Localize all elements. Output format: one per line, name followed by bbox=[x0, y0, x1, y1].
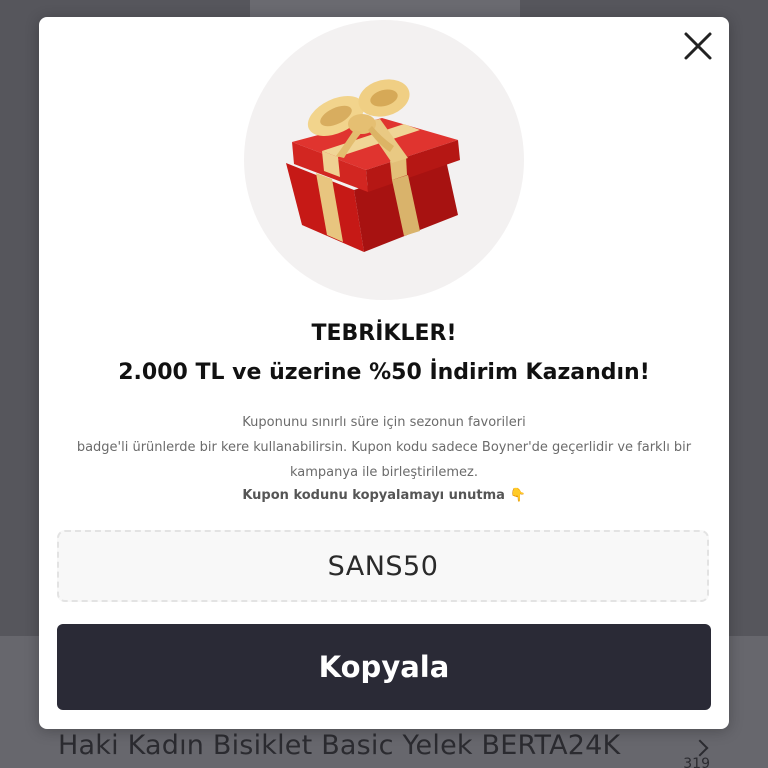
coupon-code-box[interactable]: SANS50 bbox=[57, 530, 709, 602]
description-line-3: kampanya ile birleştirilemez. bbox=[289, 465, 479, 480]
close-button[interactable] bbox=[681, 29, 715, 63]
gift-illustration-circle bbox=[244, 20, 524, 300]
coupon-code: SANS50 bbox=[327, 551, 439, 582]
modal-title: TEBRİKLER! bbox=[311, 321, 457, 346]
copy-reminder: Kupon kodunu kopyalamayı unutma 👇 bbox=[39, 488, 729, 503]
description-line-1: Kuponunu sınırlı süre için sezonun favor… bbox=[242, 415, 526, 430]
modal-subtitle: 2.000 TL ve üzerine %50 İndirim Kazandın… bbox=[118, 360, 650, 385]
pointing-down-icon: 👇 bbox=[509, 488, 526, 503]
background-product-title: Haki Kadın Bisiklet Basic Yelek BERTA24K bbox=[58, 730, 621, 761]
description-line-2: badge'li ürünlerde bir kere kullanabilir… bbox=[76, 440, 692, 455]
close-icon bbox=[684, 32, 712, 60]
coupon-modal: TEBRİKLER! 2.000 TL ve üzerine %50 İndir… bbox=[39, 17, 729, 729]
copy-button[interactable]: Kopyala bbox=[57, 624, 711, 710]
background-price-fragment: 319 bbox=[683, 756, 710, 768]
gift-box-icon bbox=[286, 79, 460, 252]
copy-reminder-text: Kupon kodunu kopyalamayı unutma bbox=[242, 488, 505, 503]
